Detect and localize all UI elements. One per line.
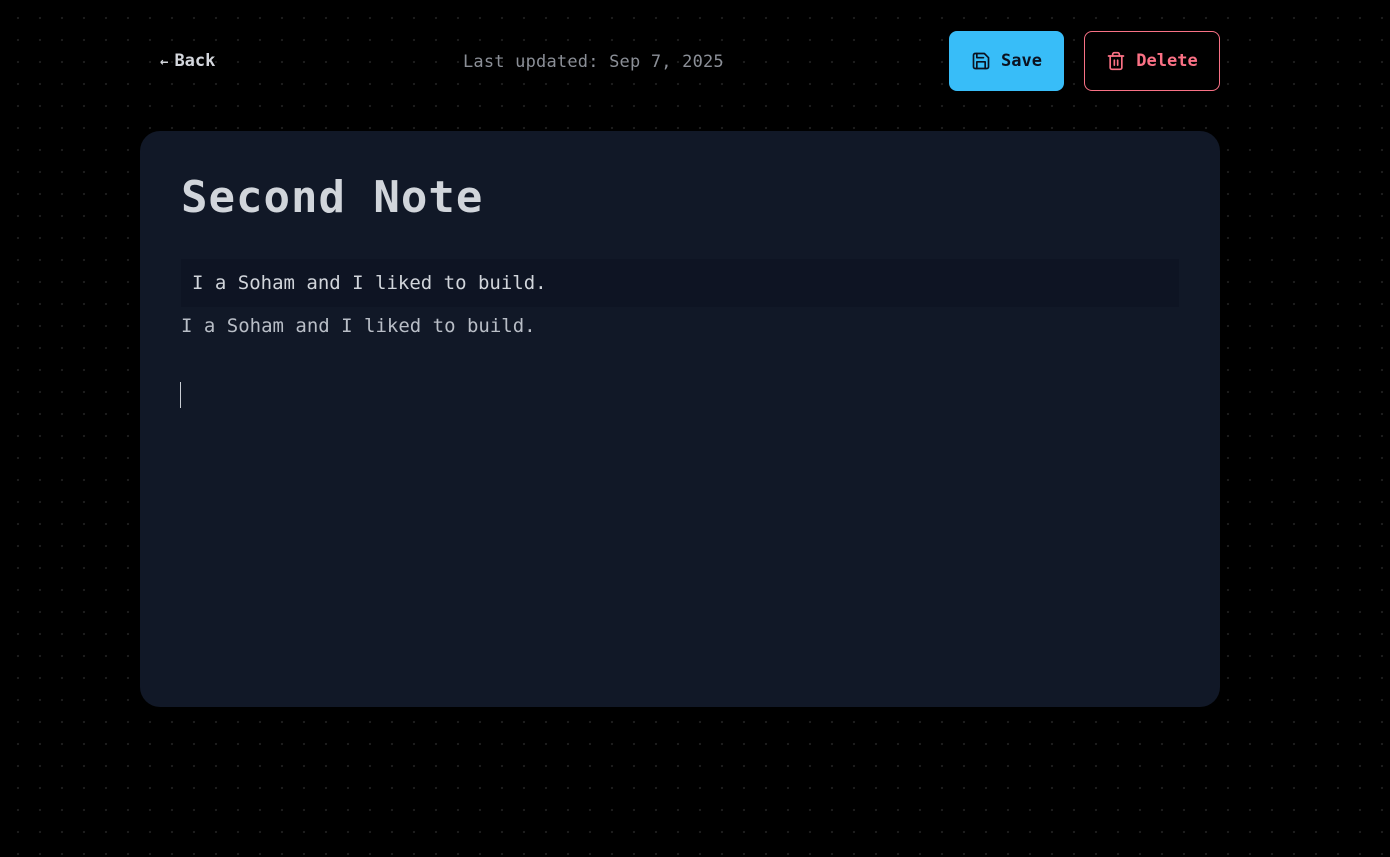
note-title[interactable]: Second Note: [181, 173, 483, 223]
note-editor-card: Second Note I a Soham and I liked to bui…: [140, 131, 1220, 707]
delete-label: Delete: [1136, 51, 1198, 71]
back-button[interactable]: ← Back: [160, 50, 215, 73]
text-caret[interactable]: [180, 382, 181, 408]
save-label: Save: [1001, 51, 1042, 71]
note-body-line-selected[interactable]: I a Soham and I liked to build.: [181, 259, 1179, 307]
arrow-left-icon: ←: [160, 54, 169, 70]
save-button[interactable]: Save: [949, 31, 1064, 91]
floppy-disk-icon: [971, 51, 991, 71]
last-updated-text: Last updated: Sep 7, 2025: [463, 52, 724, 72]
note-body-line[interactable]: I a Soham and I liked to build.: [181, 314, 536, 338]
top-toolbar: ← Back Last updated: Sep 7, 2025 Save Del…: [140, 31, 1220, 91]
back-label: Back: [174, 51, 216, 71]
delete-button[interactable]: Delete: [1084, 31, 1220, 91]
trash-icon: [1106, 51, 1126, 71]
